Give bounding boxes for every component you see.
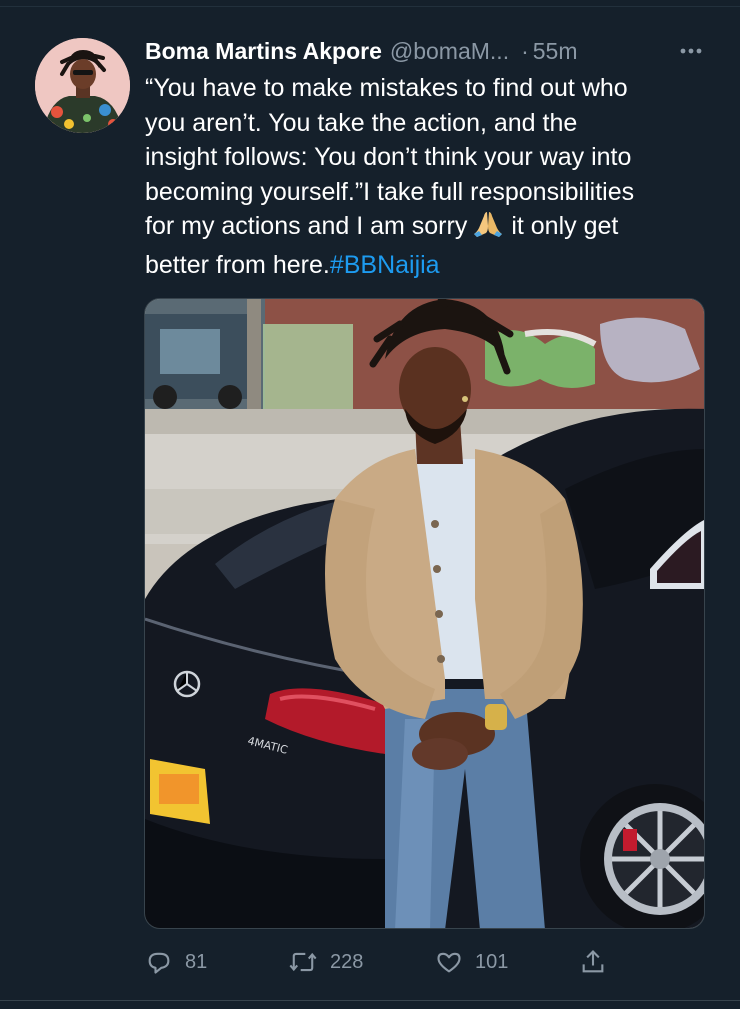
reply-icon <box>148 952 170 974</box>
display-name[interactable]: Boma Martins Akpore <box>145 38 382 65</box>
folded-hands-icon <box>473 210 503 248</box>
share-button[interactable] <box>579 944 619 980</box>
tweet-text-line: better from here.#BBNaijia <box>145 248 710 283</box>
tweet-text-line: “You have to make mistakes to find out w… <box>145 74 628 102</box>
tweet-text: “You have to make mistakes to find out w… <box>145 71 710 282</box>
retweet-icon <box>289 952 317 972</box>
more-options-icon[interactable] <box>676 36 706 66</box>
tweet-text-line: becoming yourself.”I take full responsib… <box>145 177 635 206</box>
tweet-text-segment: better from here. <box>145 250 330 279</box>
retweet-button[interactable]: 228 <box>288 944 363 980</box>
hashtag-link[interactable]: #BBNaijia <box>330 251 440 279</box>
tweet-text-segment: for my actions and I am sorry <box>145 212 468 240</box>
retweet-count: 228 <box>330 950 364 973</box>
tweet-header: Boma Martins Akpore @bomaM... · 55m <box>145 36 715 66</box>
reply-button[interactable]: 81 <box>145 944 207 980</box>
avatar[interactable] <box>35 38 130 133</box>
tweet-media-photo[interactable]: 4MATIC <box>144 298 705 929</box>
tweet-text-segment: it only get <box>511 212 619 240</box>
tweet-text-line: you aren’t. You take the action, and the <box>145 108 578 137</box>
heart-icon <box>437 952 461 973</box>
like-button[interactable]: 101 <box>435 944 508 980</box>
user-handle[interactable]: @bomaM... <box>390 38 509 65</box>
tweet-text-line: insight follows: You don’t think your wa… <box>145 143 632 171</box>
timestamp[interactable]: 55m <box>533 38 578 65</box>
share-icon <box>582 950 604 973</box>
tweet-frame: Boma Martins Akpore @bomaM... · 55m “You… <box>0 0 740 1009</box>
separator-dot: · <box>521 37 529 64</box>
divider-top <box>0 6 740 7</box>
divider-bottom <box>0 1000 740 1001</box>
reply-count: 81 <box>185 950 208 973</box>
photo-image: 4MATIC <box>145 299 704 928</box>
tweet-text-line: for my actions and I am sorry it only ge… <box>145 209 710 248</box>
tweet-actions: 81 228 101 <box>145 944 615 980</box>
like-count: 101 <box>475 950 509 973</box>
avatar-image <box>35 38 130 133</box>
